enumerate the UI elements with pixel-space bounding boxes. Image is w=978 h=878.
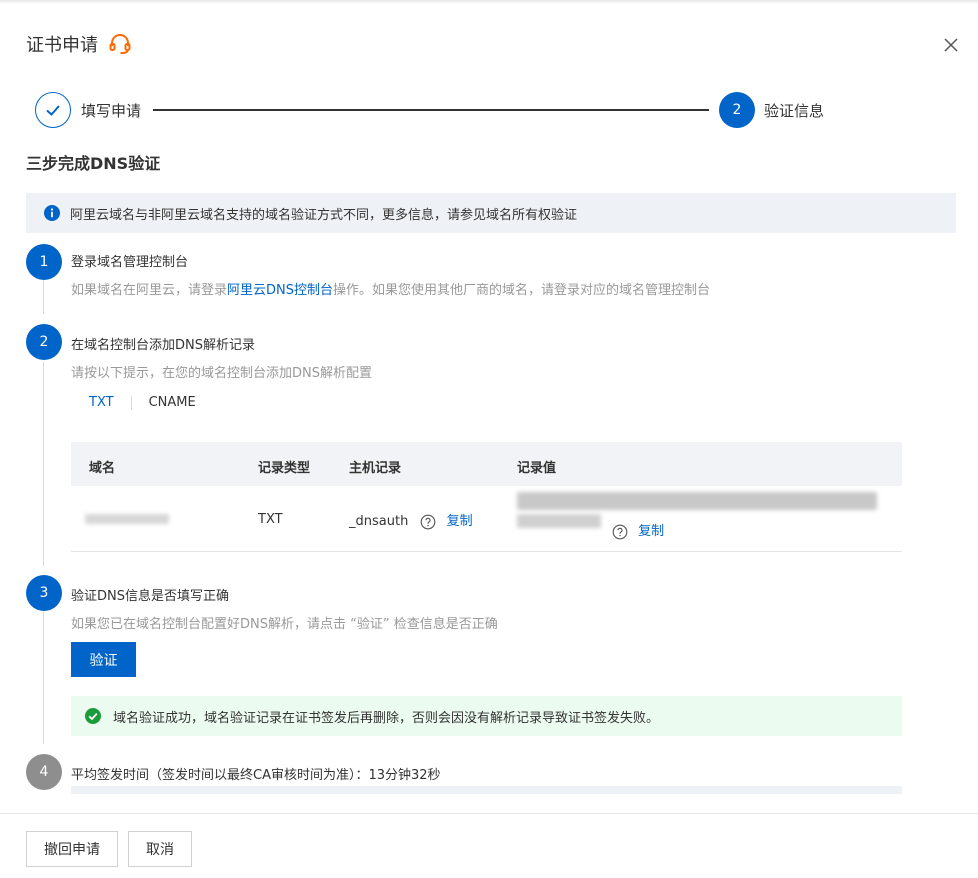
item-1-desc: 如果域名在阿里云，请登录阿里云DNS控制台操作。如果您使用其他厂商的域名，请登录…: [71, 283, 711, 298]
step-1-label: 填写申请: [81, 102, 142, 120]
step-connector: [153, 109, 709, 111]
record-type-value: TXT: [258, 512, 283, 527]
timeline-line: [43, 280, 44, 314]
redacted-record-value: [517, 492, 877, 510]
copy-value-button[interactable]: 复制: [638, 524, 664, 539]
item-1-title: 登录域名管理控制台: [71, 255, 189, 270]
help-icon[interactable]: [612, 524, 628, 540]
step-number-4: 4: [26, 754, 62, 790]
success-text: 域名验证成功，域名验证记录在证书签发后再删除，否则会因没有解析记录导致证书签发失…: [113, 710, 660, 726]
step-number-3: 3: [26, 575, 62, 611]
content-panel-edge: [71, 786, 902, 794]
host-value: _dnsauth: [349, 514, 409, 529]
header-domain: 域名: [89, 461, 116, 476]
tab-cname[interactable]: CNAME: [149, 395, 196, 410]
info-icon: [44, 205, 60, 221]
redacted-record-value: [517, 514, 601, 528]
help-icon[interactable]: [420, 514, 436, 530]
header-record-value: 记录值: [517, 461, 557, 476]
top-edge: [0, 0, 978, 4]
close-icon[interactable]: [942, 36, 960, 54]
item-2-title: 在域名控制台添加DNS解析记录: [71, 338, 255, 353]
dns-record-table: 域名 记录类型 主机记录 记录值 TXT _dnsauth 复制 复制: [71, 442, 902, 552]
header-record-type: 记录类型: [258, 461, 311, 476]
section-title: 三步完成DNS验证: [26, 154, 161, 173]
step-2-number: 2: [719, 92, 755, 128]
table-row: TXT _dnsauth 复制 复制: [71, 486, 902, 552]
check-circle-icon: [85, 708, 101, 724]
check-icon: [35, 92, 71, 128]
progress-steps: 填写申请 2 验证信息: [35, 92, 935, 128]
timeline-line: [43, 362, 44, 566]
footer-divider: [0, 813, 978, 814]
step-number-1: 1: [26, 244, 62, 280]
verify-button[interactable]: 验证: [71, 642, 136, 677]
tab-separator: [130, 395, 132, 410]
step-2-label: 验证信息: [764, 102, 825, 120]
item-3-title: 验证DNS信息是否填写正确: [71, 589, 229, 604]
item-4-title: 平均签发时间（签发时间以最终CA审核时间为准）：13分钟32秒: [71, 768, 441, 783]
host-cell: _dnsauth 复制: [349, 510, 473, 530]
info-notice: 阿里云域名与非阿里云域名支持的域名验证方式不同，更多信息，请参见域名所有权验证: [26, 193, 956, 233]
withdraw-button[interactable]: 撤回申请: [26, 831, 118, 867]
success-notice: 域名验证成功，域名验证记录在证书签发后再删除，否则会因没有解析记录导致证书签发失…: [71, 696, 902, 736]
copy-host-button[interactable]: 复制: [447, 514, 473, 529]
dialog-header: 证书申请: [26, 30, 132, 58]
ownership-verify-link[interactable]: 域名所有权验证: [486, 208, 577, 223]
item-2-desc: 请按以下提示，在您的域名控制台添加DNS解析配置: [71, 366, 372, 381]
value-actions: 复制: [612, 520, 664, 540]
step-number-2: 2: [26, 324, 62, 360]
headset-icon[interactable]: [108, 32, 132, 56]
redacted-domain: [85, 514, 169, 524]
dns-console-link[interactable]: 阿里云DNS控制台: [227, 283, 333, 298]
timeline-line: [43, 612, 44, 744]
record-type-tabs: TXT CNAME: [89, 395, 196, 410]
item-3-desc: 如果您已在域名控制台配置好DNS解析，请点击 “验证” 检查信息是否正确: [71, 617, 498, 632]
tab-txt[interactable]: TXT: [89, 395, 114, 410]
header-host: 主机记录: [349, 461, 402, 476]
table-header: 域名 记录类型 主机记录 记录值: [71, 442, 902, 486]
cancel-button[interactable]: 取消: [128, 831, 192, 867]
dialog-title: 证书申请: [26, 35, 98, 56]
info-text: 阿里云域名与非阿里云域名支持的域名验证方式不同，更多信息，请参见域名所有权验证: [70, 207, 578, 223]
